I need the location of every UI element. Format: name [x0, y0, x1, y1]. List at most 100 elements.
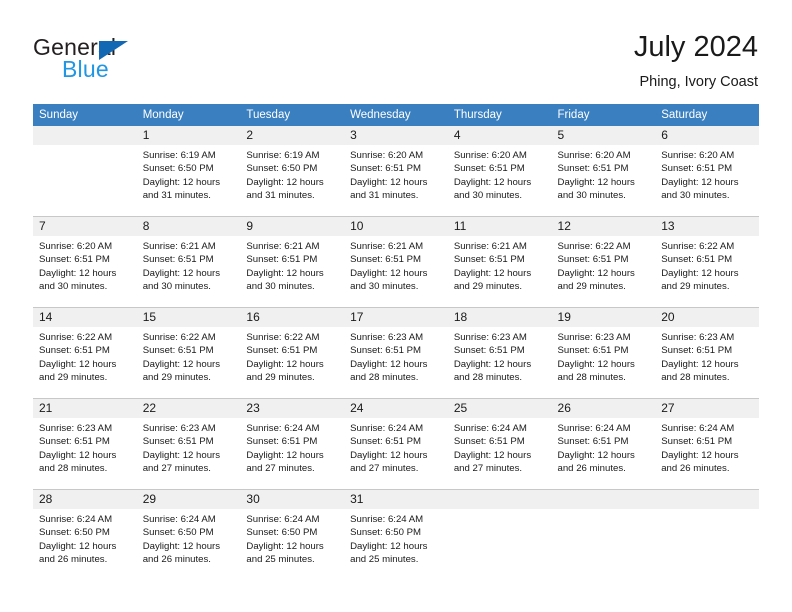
- calendar-day: 27 Sunrise: 6:24 AM Sunset: 6:51 PM Dayligh…: [655, 399, 759, 488]
- daylight-text-line2: and 30 minutes.: [350, 281, 419, 293]
- sunset-text: Sunset: 6:51 PM: [453, 436, 525, 448]
- sunrise-text: Sunrise: 6:23 AM: [557, 332, 631, 343]
- calendar-day: 1 Sunrise: 6:19 AM Sunset: 6:50 PM Daylight…: [136, 126, 241, 215]
- sunrise-text: Sunrise: 6:22 AM: [661, 241, 735, 252]
- sunset-text: Sunset: 6:51 PM: [557, 436, 629, 448]
- day-number: 14: [33, 308, 137, 327]
- day-number: 6: [655, 126, 759, 145]
- calendar-cell[interactable]: 6 Sunrise: 6:20 AM Sunset: 6:51 PM Daylight…: [655, 126, 759, 217]
- calendar-cell[interactable]: 24 Sunrise: 6:24 AM Sunset: 6:51 PM Dayligh…: [344, 398, 448, 490]
- daylight-text-line2: and 29 minutes.: [142, 372, 211, 384]
- day-details: Sunrise: 6:24 AM Sunset: 6:50 PM Daylight:…: [137, 509, 241, 567]
- calendar-cell[interactable]: 29 Sunrise: 6:24 AM Sunset: 6:50 PM Dayligh…: [136, 489, 241, 580]
- calendar-cell[interactable]: 23 Sunrise: 6:24 AM Sunset: 6:51 PM Dayligh…: [240, 398, 345, 490]
- day-details: Sunrise: 6:23 AM Sunset: 6:51 PM Daylight:…: [33, 418, 137, 476]
- calendar-cell[interactable]: 18 Sunrise: 6:23 AM Sunset: 6:51 PM Dayligh…: [447, 307, 552, 399]
- calendar-cell[interactable]: 1 Sunrise: 6:19 AM Sunset: 6:50 PM Daylight…: [136, 126, 241, 217]
- calendar-cell[interactable]: 20 Sunrise: 6:23 AM Sunset: 6:51 PM Dayligh…: [655, 307, 759, 399]
- sunrise-text: Sunrise: 6:19 AM: [246, 150, 320, 161]
- calendar-week-row: 7 Sunrise: 6:20 AM Sunset: 6:51 PM Daylight…: [33, 216, 759, 308]
- calendar-day: 29 Sunrise: 6:24 AM Sunset: 6:50 PM Dayligh…: [136, 490, 241, 579]
- calendar-cell[interactable]: 3 Sunrise: 6:20 AM Sunset: 6:51 PM Daylight…: [344, 126, 448, 217]
- day-details: Sunrise: 6:22 AM Sunset: 6:51 PM Daylight:…: [655, 236, 759, 294]
- calendar-cell[interactable]: 4 Sunrise: 6:20 AM Sunset: 6:51 PM Daylight…: [447, 126, 552, 217]
- calendar-day: 30 Sunrise: 6:24 AM Sunset: 6:50 PM Dayligh…: [240, 490, 345, 579]
- calendar-cell[interactable]: 2 Sunrise: 6:19 AM Sunset: 6:50 PM Daylight…: [240, 126, 345, 217]
- weekday-header-tuesday: Tuesday: [240, 104, 345, 126]
- sunrise-text: Sunrise: 6:22 AM: [246, 332, 320, 343]
- calendar-day: 25 Sunrise: 6:24 AM Sunset: 6:51 PM Dayligh…: [447, 399, 552, 488]
- daylight-text-line1: Daylight: 12 hours: [453, 358, 532, 370]
- sunrise-text: Sunrise: 6:24 AM: [661, 423, 735, 434]
- calendar-cell[interactable]: 30 Sunrise: 6:24 AM Sunset: 6:50 PM Dayligh…: [240, 489, 345, 580]
- calendar-cell[interactable]: 25 Sunrise: 6:24 AM Sunset: 6:51 PM Dayligh…: [447, 398, 552, 490]
- day-details: Sunrise: 6:24 AM Sunset: 6:51 PM Daylight:…: [552, 418, 656, 476]
- calendar-cell[interactable]: 10 Sunrise: 6:21 AM Sunset: 6:51 PM Dayligh…: [344, 216, 448, 308]
- calendar-cell[interactable]: 15 Sunrise: 6:22 AM Sunset: 6:51 PM Dayligh…: [136, 307, 241, 399]
- calendar-day: 20 Sunrise: 6:23 AM Sunset: 6:51 PM Dayligh…: [655, 308, 759, 397]
- day-details: Sunrise: 6:20 AM Sunset: 6:51 PM Daylight:…: [655, 145, 759, 203]
- weekday-header-thursday: Thursday: [447, 104, 552, 126]
- sunrise-text: Sunrise: 6:24 AM: [557, 423, 631, 434]
- calendar-cell[interactable]: 17 Sunrise: 6:23 AM Sunset: 6:51 PM Dayligh…: [344, 307, 448, 399]
- calendar-cell[interactable]: 14 Sunrise: 6:22 AM Sunset: 6:51 PM Dayligh…: [33, 307, 137, 399]
- daylight-text-line1: Daylight: 12 hours: [453, 176, 532, 188]
- sunset-text: Sunset: 6:51 PM: [246, 254, 318, 266]
- calendar-cell[interactable]: 13 Sunrise: 6:22 AM Sunset: 6:51 PM Dayligh…: [655, 216, 759, 308]
- daylight-text-line2: and 28 minutes.: [39, 463, 108, 475]
- sunset-text: Sunset: 6:50 PM: [350, 527, 422, 539]
- brand-logo[interactable]: General Blue: [33, 34, 263, 84]
- calendar-cell[interactable]: 27 Sunrise: 6:24 AM Sunset: 6:51 PM Dayligh…: [655, 398, 759, 490]
- day-number: 20: [655, 308, 759, 327]
- sunrise-text: Sunrise: 6:23 AM: [39, 423, 113, 434]
- day-details: Sunrise: 6:21 AM Sunset: 6:51 PM Daylight:…: [240, 236, 344, 294]
- sunset-text: Sunset: 6:51 PM: [39, 436, 110, 448]
- calendar-day: 14 Sunrise: 6:22 AM Sunset: 6:51 PM Dayligh…: [33, 308, 137, 397]
- calendar-cell[interactable]: 28 Sunrise: 6:24 AM Sunset: 6:50 PM Dayligh…: [33, 489, 137, 580]
- sunset-text: Sunset: 6:51 PM: [39, 254, 110, 266]
- calendar-day: 19 Sunrise: 6:23 AM Sunset: 6:51 PM Dayligh…: [551, 308, 656, 397]
- calendar-cell[interactable]: 11 Sunrise: 6:21 AM Sunset: 6:51 PM Dayligh…: [447, 216, 552, 308]
- day-number: 2: [240, 126, 345, 145]
- sunset-text: Sunset: 6:51 PM: [661, 163, 733, 175]
- calendar-cell[interactable]: 5 Sunrise: 6:20 AM Sunset: 6:51 PM Daylight…: [551, 126, 656, 217]
- sunrise-text: Sunrise: 6:21 AM: [246, 241, 320, 252]
- daylight-text-line1: Daylight: 12 hours: [557, 267, 635, 279]
- calendar-cell[interactable]: 21 Sunrise: 6:23 AM Sunset: 6:51 PM Dayligh…: [33, 398, 137, 490]
- calendar-day: 3 Sunrise: 6:20 AM Sunset: 6:51 PM Daylight…: [344, 126, 448, 215]
- sunset-text: Sunset: 6:51 PM: [142, 345, 214, 357]
- day-number: 19: [551, 308, 656, 327]
- daylight-text-line2: and 27 minutes.: [453, 463, 523, 475]
- sunrise-text: Sunrise: 6:22 AM: [142, 332, 216, 343]
- day-details: Sunrise: 6:24 AM Sunset: 6:50 PM Daylight:…: [240, 509, 344, 567]
- calendar-cell[interactable]: 9 Sunrise: 6:21 AM Sunset: 6:51 PM Daylight…: [240, 216, 345, 308]
- day-details: Sunrise: 6:23 AM Sunset: 6:51 PM Daylight:…: [137, 418, 241, 476]
- daylight-text-line2: and 28 minutes.: [350, 372, 419, 384]
- daylight-text-line1: Daylight: 12 hours: [350, 267, 428, 279]
- day-details: Sunrise: 6:19 AM Sunset: 6:50 PM Daylight:…: [137, 145, 241, 203]
- daylight-text-line2: and 25 minutes.: [350, 554, 419, 566]
- calendar-cell[interactable]: 16 Sunrise: 6:22 AM Sunset: 6:51 PM Dayligh…: [240, 307, 345, 399]
- sunrise-text: Sunrise: 6:19 AM: [142, 150, 216, 161]
- day-number: 21: [33, 399, 137, 418]
- calendar-cell[interactable]: 26 Sunrise: 6:24 AM Sunset: 6:51 PM Dayligh…: [551, 398, 656, 490]
- calendar-day: 2 Sunrise: 6:19 AM Sunset: 6:50 PM Daylight…: [240, 126, 345, 215]
- daylight-text-line2: and 26 minutes.: [142, 554, 211, 566]
- daylight-text-line2: and 29 minutes.: [557, 281, 626, 293]
- calendar-cell[interactable]: 7 Sunrise: 6:20 AM Sunset: 6:51 PM Daylight…: [33, 216, 137, 308]
- calendar-cell[interactable]: 22 Sunrise: 6:23 AM Sunset: 6:51 PM Dayligh…: [136, 398, 241, 490]
- sunrise-text: Sunrise: 6:23 AM: [661, 332, 735, 343]
- daylight-text-line2: and 30 minutes.: [39, 281, 108, 293]
- sunrise-text: Sunrise: 6:22 AM: [557, 241, 631, 252]
- day-number: 30: [240, 490, 345, 509]
- daylight-text-line2: and 30 minutes.: [661, 190, 730, 202]
- day-number: 29: [136, 490, 241, 509]
- calendar-cell[interactable]: 8 Sunrise: 6:21 AM Sunset: 6:51 PM Daylight…: [136, 216, 241, 308]
- daylight-text-line1: Daylight: 12 hours: [453, 449, 532, 461]
- daylight-text-line1: Daylight: 12 hours: [142, 358, 221, 370]
- calendar-cell[interactable]: 19 Sunrise: 6:23 AM Sunset: 6:51 PM Dayligh…: [551, 307, 656, 399]
- calendar-cell[interactable]: 31 Sunrise: 6:24 AM Sunset: 6:50 PM Dayligh…: [344, 489, 448, 580]
- day-number: 5: [551, 126, 656, 145]
- calendar-cell[interactable]: 12 Sunrise: 6:22 AM Sunset: 6:51 PM Dayligh…: [551, 216, 656, 308]
- sunset-text: Sunset: 6:50 PM: [246, 163, 318, 175]
